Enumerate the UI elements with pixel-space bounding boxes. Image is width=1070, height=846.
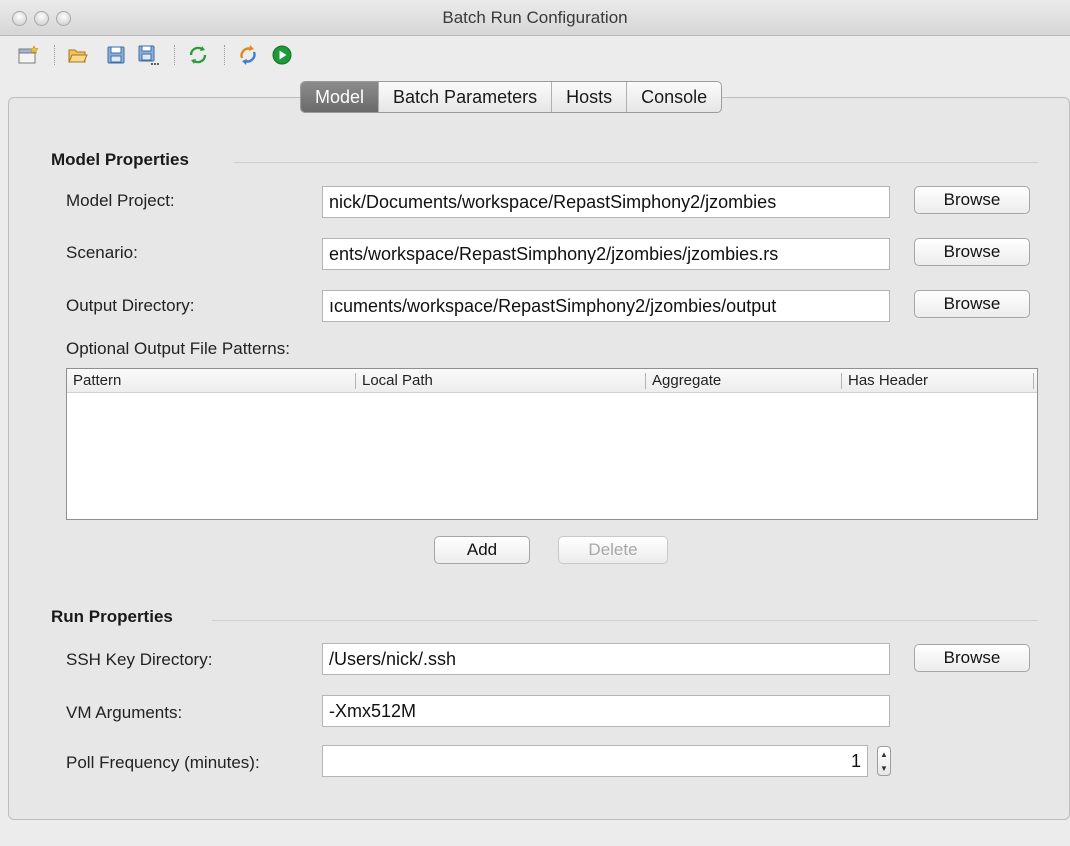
output-patterns-table[interactable]: Pattern Local Path Aggregate Has Header	[66, 368, 1038, 520]
column-header-has-header[interactable]: Has Header	[842, 369, 928, 393]
tab-bar: Model Batch Parameters Hosts Console	[300, 81, 723, 113]
ssh-key-directory-field[interactable]: /Users/nick/.ssh	[322, 643, 890, 675]
column-header-pattern[interactable]: Pattern	[67, 369, 121, 393]
open-folder-icon[interactable]	[66, 43, 90, 67]
run-properties-heading: Run Properties	[51, 607, 173, 626]
output-directory-browse-button[interactable]: Browse	[914, 290, 1030, 318]
model-project-field[interactable]: nick/Documents/workspace/RepastSimphony2…	[322, 186, 890, 218]
model-properties-heading: Model Properties	[51, 150, 189, 169]
poll-frequency-label: Poll Frequency (minutes):	[66, 753, 260, 772]
ssh-key-browse-button[interactable]: Browse	[914, 644, 1030, 672]
vm-arguments-field[interactable]: -Xmx512M	[322, 695, 890, 727]
scenario-field[interactable]: ents/workspace/RepastSimphony2/jzombies/…	[322, 238, 890, 270]
ssh-key-directory-label: SSH Key Directory:	[66, 650, 213, 669]
output-file-patterns-label: Optional Output File Patterns:	[66, 339, 290, 358]
poll-frequency-stepper[interactable]: ▲ ▼	[877, 746, 891, 776]
table-header: Pattern Local Path Aggregate Has Header	[67, 369, 1037, 393]
model-project-browse-button[interactable]: Browse	[914, 186, 1030, 214]
column-header-aggregate[interactable]: Aggregate	[646, 369, 721, 393]
vm-arguments-label: VM Arguments:	[66, 703, 183, 722]
toolbar-separator	[224, 45, 225, 65]
save-icon[interactable]	[104, 43, 128, 67]
toolbar	[0, 37, 1070, 73]
new-config-icon[interactable]	[16, 43, 40, 67]
model-project-label: Model Project:	[66, 191, 175, 210]
scenario-label: Scenario:	[66, 243, 138, 262]
column-header-local-path[interactable]: Local Path	[356, 369, 433, 393]
refresh-icon[interactable]	[186, 43, 210, 67]
tab-hosts[interactable]: Hosts	[551, 82, 626, 112]
section-divider	[212, 620, 1038, 621]
save-as-icon[interactable]	[136, 43, 160, 67]
output-directory-label: Output Directory:	[66, 296, 195, 315]
tab-model[interactable]: Model	[301, 82, 379, 112]
run-icon[interactable]	[270, 43, 294, 67]
column-divider	[1033, 373, 1034, 389]
increment-arrow-icon[interactable]: ▲	[880, 750, 888, 759]
title-bar: Batch Run Configuration	[0, 0, 1070, 36]
section-divider	[234, 162, 1038, 163]
decrement-arrow-icon[interactable]: ▼	[880, 764, 888, 773]
tab-batch-parameters[interactable]: Batch Parameters	[378, 82, 551, 112]
scenario-browse-button[interactable]: Browse	[914, 238, 1030, 266]
poll-frequency-field[interactable]: 1	[322, 745, 868, 777]
reload-icon[interactable]	[236, 43, 260, 67]
delete-pattern-button[interactable]: Delete	[558, 536, 668, 564]
output-directory-field[interactable]: ıcuments/workspace/RepastSimphony2/jzomb…	[322, 290, 890, 322]
toolbar-separator	[54, 45, 55, 65]
add-pattern-button[interactable]: Add	[434, 536, 530, 564]
tab-console[interactable]: Console	[626, 82, 721, 112]
window-title: Batch Run Configuration	[442, 8, 628, 27]
toolbar-separator	[174, 45, 175, 65]
